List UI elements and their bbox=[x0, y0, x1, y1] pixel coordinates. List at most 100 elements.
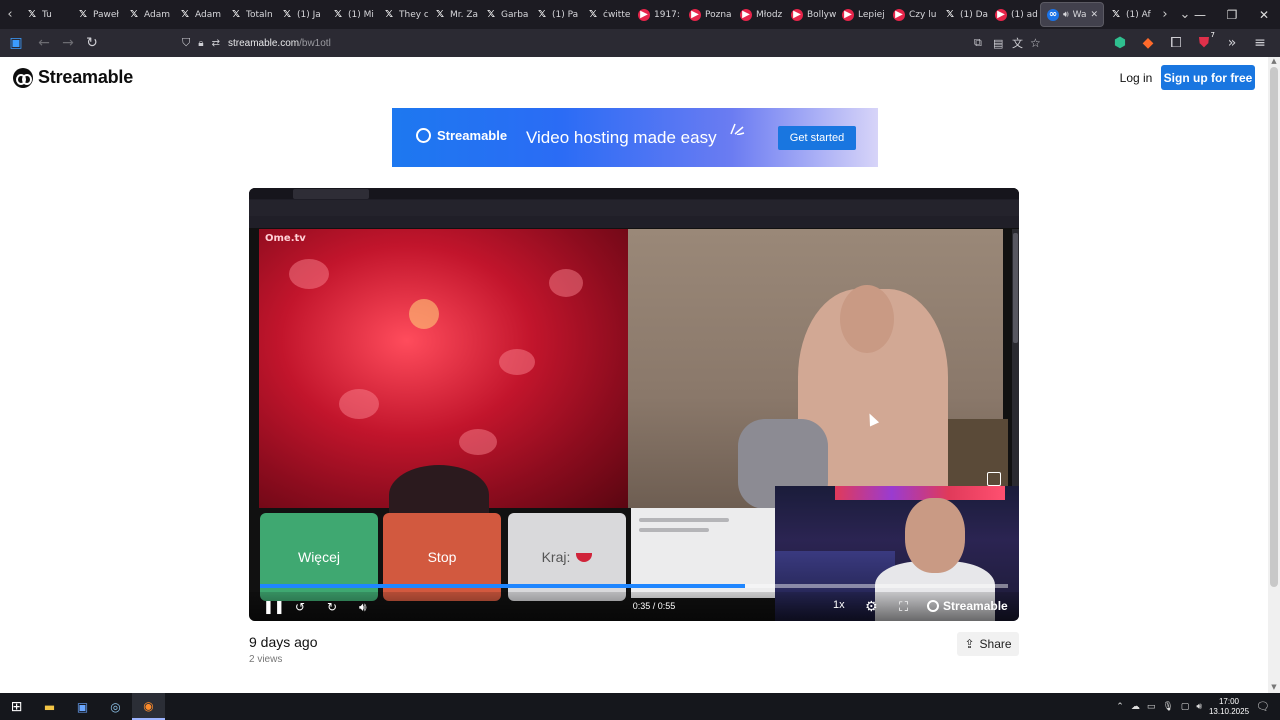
tab[interactable]: 𝕏 Tu bbox=[20, 0, 71, 29]
ublock-extension-icon[interactable]: ⛊ 7 bbox=[1192, 31, 1216, 55]
tab[interactable]: ▶ Czy lu bbox=[887, 0, 938, 29]
tab[interactable]: ▶ (1) ad bbox=[989, 0, 1040, 29]
volume-icon[interactable]: 🔊︎ bbox=[359, 598, 367, 616]
file-explorer-icon[interactable]: ▬ bbox=[33, 693, 66, 720]
bookmark-star-icon[interactable]: ☆ bbox=[1030, 36, 1041, 50]
streamable-icon: ∞ bbox=[1047, 8, 1059, 21]
more-tools-chevron-icon[interactable]: » bbox=[1220, 31, 1244, 55]
tab[interactable]: 𝕏 Totaln bbox=[224, 0, 275, 29]
tab[interactable]: 𝕏 (1) Mi bbox=[326, 0, 377, 29]
tabs-scroll-left-button[interactable]: ‹ bbox=[0, 0, 20, 29]
steam-icon[interactable]: ◎ bbox=[99, 693, 132, 720]
fox-extension-icon[interactable]: ◆ bbox=[1136, 31, 1160, 55]
tab[interactable]: 𝕏 (1) Pa bbox=[530, 0, 581, 29]
tabs-scroll-right-button[interactable]: › bbox=[1155, 0, 1175, 29]
tab[interactable]: 𝕏 Paweł bbox=[71, 0, 122, 29]
tab-label: Pozna bbox=[705, 9, 732, 20]
url-text[interactable]: streamable.com/bw1otl bbox=[228, 38, 331, 49]
tab[interactable]: ▶ Bollyw bbox=[785, 0, 836, 29]
tab[interactable]: 𝕏 (1) Da bbox=[938, 0, 989, 29]
rewind-icon[interactable]: ↺ bbox=[295, 598, 305, 616]
playback-speed-button[interactable]: 1x bbox=[833, 599, 845, 611]
app-menu-icon[interactable]: ≡ bbox=[1248, 31, 1272, 55]
signup-button[interactable]: Sign up for free bbox=[1161, 65, 1255, 90]
speaker-icon[interactable]: 🔊︎ bbox=[1196, 702, 1202, 712]
share-icon: ⇪ bbox=[964, 637, 975, 651]
notification-icon[interactable]: 🗨︎ bbox=[1256, 700, 1270, 713]
tab-label: ćwitte bbox=[603, 9, 631, 20]
shield-extension-icon[interactable]: ⬢ bbox=[1108, 31, 1132, 55]
reader-view-icon[interactable]: ▤ bbox=[993, 37, 1003, 50]
system-tray: ⌃ ☁ ▭ 🎙︎ ▢ 🔊︎ 17:00 13.10.2025 🗨︎ bbox=[1116, 693, 1280, 720]
tab[interactable]: 𝕏 (1) Ja bbox=[275, 0, 326, 29]
tab-label: They c bbox=[399, 9, 428, 20]
x-logo-icon: 𝕏 bbox=[1111, 9, 1121, 20]
translate-icon[interactable]: 文 bbox=[1012, 35, 1023, 51]
tab[interactable]: 𝕏 Mr. Za bbox=[428, 0, 479, 29]
tab-label: (1) Mi bbox=[348, 9, 374, 20]
video-embedded-browser-chrome bbox=[249, 188, 1019, 228]
taskbar-clock[interactable]: 17:00 13.10.2025 bbox=[1209, 697, 1249, 717]
permissions-icon[interactable]: ⇄ bbox=[212, 38, 220, 49]
monitor-app-icon[interactable]: ▣ bbox=[66, 693, 99, 720]
minimize-button[interactable]: — bbox=[1184, 0, 1216, 29]
share-button[interactable]: ⇪ Share bbox=[957, 632, 1019, 656]
tab[interactable]: 𝕏 Garba bbox=[479, 0, 530, 29]
tab-label: Adam bbox=[144, 9, 170, 20]
sidebar-toggle-button[interactable]: ▣ bbox=[4, 31, 28, 55]
ometv-watermark: Ome.tv bbox=[265, 233, 306, 244]
video-controls: ❚❚ ↺ ↻ 🔊︎ 0:35 / 0:55 1x ⚙ ⛶ Streamable bbox=[249, 592, 1019, 621]
picture-in-picture-icon[interactable]: ⧉ bbox=[974, 36, 982, 50]
tab-active[interactable]: ∞ 🔊︎ Wa ✕ bbox=[1040, 2, 1104, 27]
pause-icon[interactable]: ❚❚ bbox=[263, 598, 285, 616]
tray-chevron-icon[interactable]: ⌃ bbox=[1116, 702, 1124, 712]
address-bar[interactable]: ⛉ 🔒︎ ⇄ streamable.com/bw1otl ⧉ ▤ 文 ☆ bbox=[178, 32, 1050, 54]
close-window-button[interactable]: ✕ bbox=[1248, 0, 1280, 29]
tab[interactable]: 𝕏ćwitte bbox=[581, 0, 632, 29]
tab[interactable]: ▶ 1917: bbox=[632, 0, 683, 29]
extension-badge: 7 bbox=[1210, 31, 1215, 39]
video-progress-bar[interactable] bbox=[260, 584, 1008, 588]
tab[interactable]: ▶ Młodz bbox=[734, 0, 785, 29]
extensions-puzzle-icon[interactable]: ⧠ bbox=[1164, 31, 1188, 55]
forward-icon[interactable]: ↻ bbox=[327, 598, 337, 616]
forward-button[interactable]: → bbox=[56, 31, 80, 55]
scroll-up-arrow[interactable]: ▲ bbox=[1268, 57, 1280, 67]
tracking-protection-icon[interactable]: ⛉ bbox=[182, 36, 190, 50]
tab[interactable]: 𝕏 They c bbox=[377, 0, 428, 29]
tab[interactable]: ▶ Lepiej bbox=[836, 0, 887, 29]
settings-gear-icon[interactable]: ⚙ bbox=[865, 598, 878, 616]
site-logo[interactable]: Streamable bbox=[13, 67, 133, 88]
video-inner-scrollbar bbox=[1012, 229, 1019, 508]
promo-banner[interactable]: Streamable Video hosting made easy Get s… bbox=[392, 108, 878, 167]
firefox-icon[interactable]: ◉ bbox=[132, 693, 165, 720]
reload-button[interactable]: ↻ bbox=[80, 31, 104, 55]
windows-start-icon[interactable]: ⊞ bbox=[0, 693, 33, 720]
restore-button[interactable]: ❐ bbox=[1216, 0, 1248, 29]
get-started-button[interactable]: Get started bbox=[778, 126, 856, 150]
banner-logo: Streamable bbox=[416, 128, 507, 143]
lock-icon[interactable]: 🔒︎ bbox=[198, 38, 203, 49]
tab-label: Wa bbox=[1072, 9, 1087, 20]
onedrive-icon[interactable]: ☁ bbox=[1131, 702, 1140, 712]
scroll-down-arrow[interactable]: ▼ bbox=[1268, 683, 1280, 693]
scrollbar-thumb[interactable] bbox=[1270, 67, 1278, 587]
fullscreen-icon[interactable]: ⛶ bbox=[899, 598, 908, 616]
toolbar-extensions: ⬢ ◆ ⧠ ⛊ 7 » ≡ bbox=[1108, 31, 1272, 55]
video-player[interactable]: Ome.tv Więcej Stop Kraj: ❚❚ ↺ ↻ 🔊︎ 0:35 … bbox=[249, 188, 1019, 621]
back-button[interactable]: ← bbox=[32, 31, 56, 55]
tab[interactable]: 𝕏 Adam bbox=[122, 0, 173, 29]
tab[interactable]: ▶ Pozna bbox=[683, 0, 734, 29]
x-logo-icon: 𝕏 bbox=[333, 9, 343, 20]
network-icon[interactable]: ▭ bbox=[1147, 702, 1156, 712]
page-scrollbar[interactable]: ▲ ▼ bbox=[1268, 57, 1280, 693]
tab[interactable]: 𝕏 (1) Af bbox=[1104, 0, 1155, 29]
tab-audio-icon[interactable]: 🔊︎ bbox=[1063, 10, 1069, 20]
tab[interactable]: 𝕏 Adam bbox=[173, 0, 224, 29]
display-icon[interactable]: ▢ bbox=[1181, 702, 1190, 712]
login-link[interactable]: Log in bbox=[1114, 67, 1158, 88]
streamable-watermark[interactable]: Streamable bbox=[927, 599, 1008, 613]
microphone-icon[interactable]: 🎙︎ bbox=[1162, 702, 1173, 712]
tab-close-icon[interactable]: ✕ bbox=[1091, 10, 1099, 20]
tab-label: (1) Af bbox=[1126, 9, 1151, 20]
